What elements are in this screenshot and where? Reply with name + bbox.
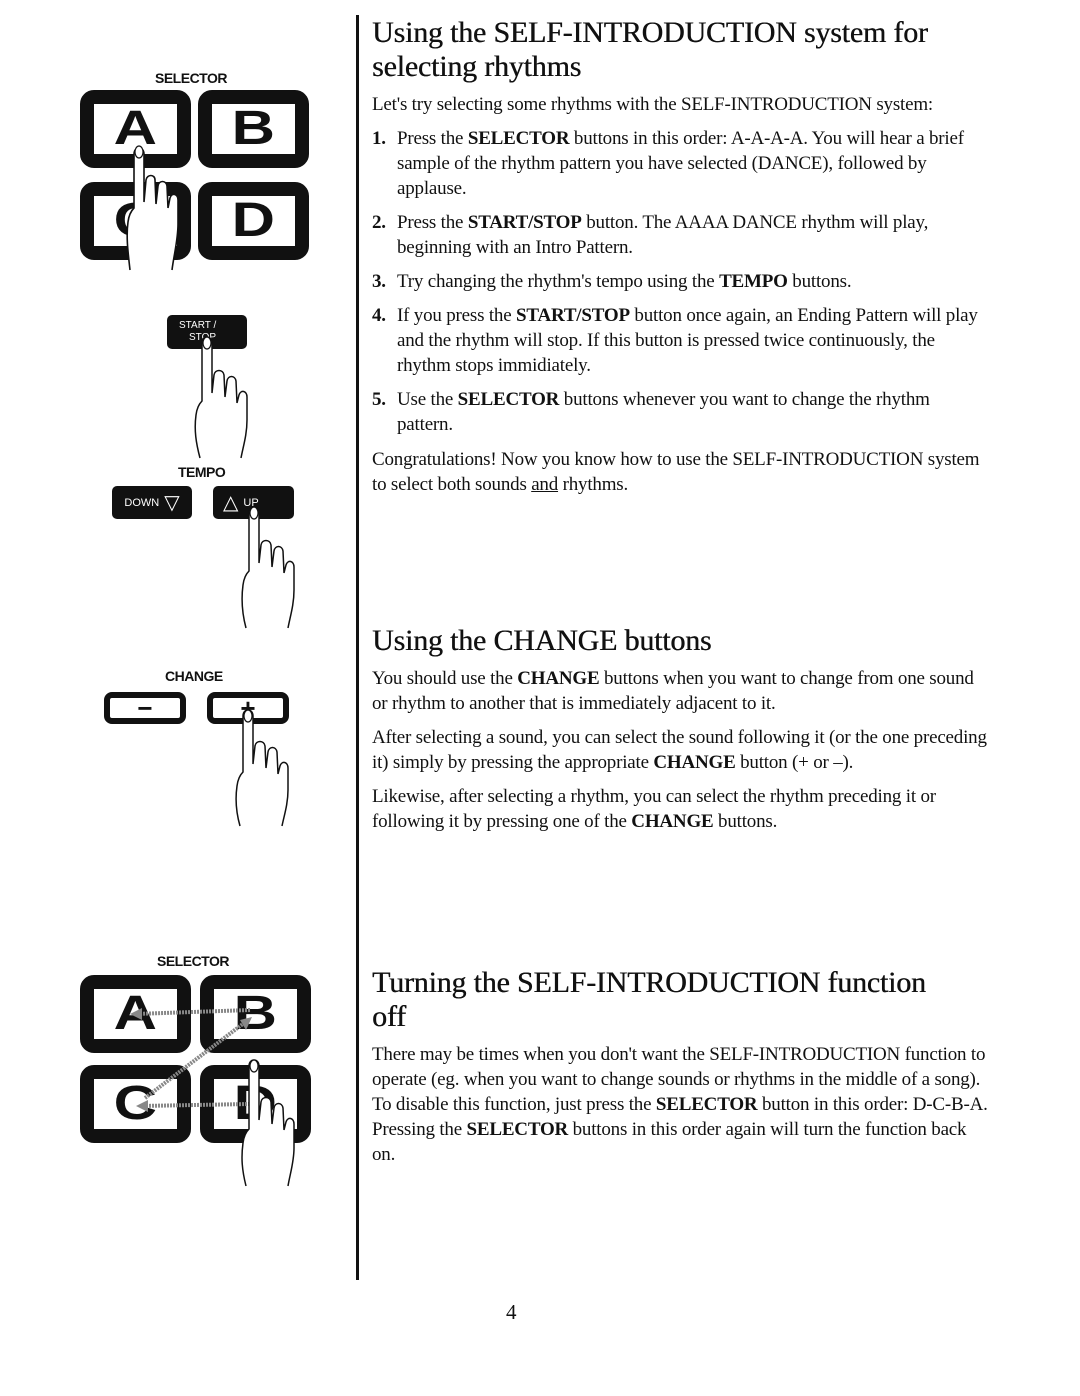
start-stop-illustration: START / STOP xyxy=(0,300,340,460)
section-change: Using the CHANGE buttons You should use … xyxy=(372,624,990,834)
section-title-rhythms: Using the SELF-INTRODUCTION system for s… xyxy=(372,16,928,83)
pointing-hand-icon xyxy=(241,1059,295,1187)
selector-label: SELECTOR xyxy=(155,70,227,86)
down-triangle-icon: ▽ xyxy=(164,491,180,514)
step-item: 4. If you press the START/STOP button onc… xyxy=(372,305,978,376)
arrowhead-a xyxy=(130,1008,142,1020)
pointing-hand-icon xyxy=(241,506,295,629)
step-item: 2. Press the START/STOP button. The AAAA … xyxy=(372,212,929,258)
step-item: 3. Try changing the rhythm's tempo using … xyxy=(372,271,852,292)
tempo-illustration: TEMPO DOWN ▽ △ UP xyxy=(0,455,340,635)
section-title-off: Turning the SELF-INTRODUCTION function o… xyxy=(372,966,926,1033)
arrowhead-c xyxy=(136,1100,148,1112)
tempo-label: TEMPO xyxy=(178,464,226,480)
column-divider xyxy=(356,15,359,1280)
change-illustration: CHANGE − + xyxy=(0,660,340,830)
tempo-down-button[interactable]: DOWN ▽ xyxy=(112,486,192,519)
arrow-b-to-a xyxy=(134,1008,251,1016)
section-rhythms: Using the SELF-INTRODUCTION system for s… xyxy=(372,16,990,497)
change-paragraph-3: Likewise, after selecting a rhythm, you … xyxy=(372,786,936,832)
rhythms-congrats: Congratulations! Now you know how to use… xyxy=(372,449,980,495)
page-number: 4 xyxy=(506,1300,517,1324)
arrowhead-b xyxy=(240,1017,252,1030)
change-minus-button[interactable]: − xyxy=(104,692,186,724)
arrow-d-to-c xyxy=(139,1102,251,1108)
arrow-c-to-b xyxy=(143,1018,250,1100)
selector-button-d[interactable]: D xyxy=(198,182,309,260)
change-paragraph-2: After selecting a sound, you can select … xyxy=(372,727,987,773)
off-paragraph: There may be times when you don't want t… xyxy=(372,1044,988,1165)
selector-illustration-bottom: SELECTOR A B C D xyxy=(0,940,340,1260)
rhythms-steps: 1. Press the SELECTOR buttons in this ord… xyxy=(372,126,990,437)
selector-button-b[interactable]: B xyxy=(198,90,309,168)
pointing-hand-icon xyxy=(126,145,179,271)
manual-page: SELECTOR A B C D START / STOP TEMPO DOWN… xyxy=(0,0,1080,1396)
pointing-hand-icon xyxy=(235,709,289,827)
change-paragraph-1: You should use the CHANGE buttons when y… xyxy=(372,668,974,714)
selector-illustration-top: SELECTOR A B C D xyxy=(0,0,340,300)
change-label: CHANGE xyxy=(165,668,223,684)
step-item: 5. Use the SELECTOR buttons whenever you … xyxy=(372,389,930,435)
step-item: 1. Press the SELECTOR buttons in this ord… xyxy=(372,128,964,199)
pointing-hand-icon xyxy=(194,336,248,459)
section-off: Turning the SELF-INTRODUCTION function o… xyxy=(372,966,990,1167)
up-triangle-icon: △ xyxy=(223,491,239,514)
rhythms-intro: Let's try selecting some rhythms with th… xyxy=(372,94,934,115)
section-title-change: Using the CHANGE buttons xyxy=(372,624,712,657)
